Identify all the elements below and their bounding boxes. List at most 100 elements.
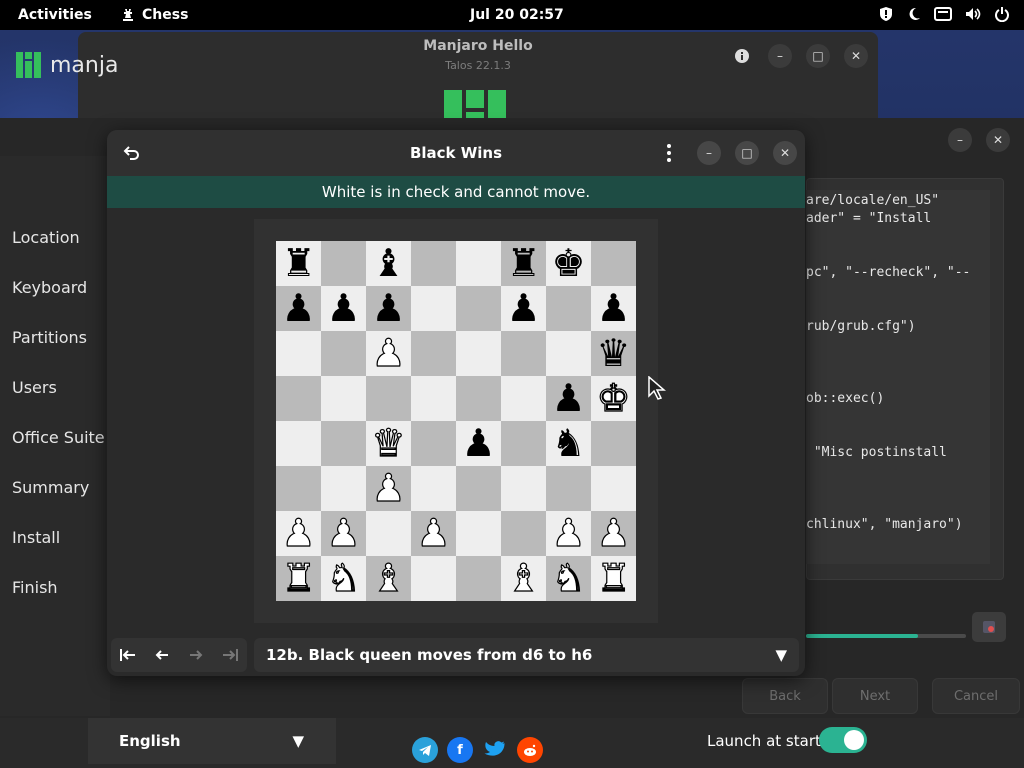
board-square[interactable] [546,331,591,376]
white-rook-icon[interactable]: ♜ [281,555,316,601]
first-move-button[interactable] [111,638,145,672]
board-square[interactable] [411,286,456,331]
board-square[interactable] [321,421,366,466]
board-square[interactable] [276,421,321,466]
black-pawn-icon[interactable]: ♟ [461,421,495,466]
white-pawn-icon[interactable]: ♟ [596,510,631,556]
info-icon[interactable] [730,44,754,68]
board-square[interactable]: ♟ [546,510,591,556]
board-square[interactable] [321,241,366,286]
board-square[interactable] [501,421,546,466]
board-square[interactable]: ♟ [276,286,321,331]
black-king-icon[interactable]: ♚ [551,241,585,286]
board-square[interactable] [411,466,456,511]
board-square[interactable] [366,376,411,421]
white-knight-icon[interactable]: ♞ [326,555,361,601]
board-square[interactable] [321,466,366,511]
black-pawn-icon[interactable]: ♟ [551,376,585,421]
board-square[interactable] [456,241,501,286]
black-pawn-icon[interactable]: ♟ [506,286,540,331]
board-square[interactable]: ♚ [546,241,591,286]
board-square[interactable]: ♟ [456,421,501,466]
nav-users[interactable]: Users [12,378,57,397]
telegram-icon[interactable] [412,737,438,763]
board-square[interactable]: ♟ [591,286,636,331]
white-pawn-icon[interactable]: ♟ [416,510,451,556]
chess-maximize-button[interactable]: □ [735,141,759,165]
board-square[interactable] [411,331,456,376]
board-square[interactable]: ♜ [276,555,321,601]
board-square[interactable]: ♝ [501,555,546,601]
board-square[interactable]: ♛ [591,331,636,376]
facebook-icon[interactable]: f [447,737,473,763]
board-square[interactable] [591,421,636,466]
board-square[interactable]: ♟ [591,510,636,556]
board-square[interactable] [501,376,546,421]
board-square[interactable]: ♞ [321,555,366,601]
board-square[interactable]: ♟ [411,510,456,556]
board-square[interactable]: ♟ [501,286,546,331]
launch-at-start-toggle[interactable] [819,727,867,753]
close-button[interactable]: ✕ [844,44,868,68]
white-bishop-icon[interactable]: ♝ [371,555,406,601]
board-square[interactable] [456,511,501,556]
board-square[interactable]: ♜ [501,241,546,286]
board-square[interactable] [411,241,456,286]
board-square[interactable] [591,241,636,286]
board-square[interactable] [546,466,591,511]
nav-location[interactable]: Location [12,228,80,247]
chess-close-button[interactable]: ✕ [773,141,797,165]
previous-move-button[interactable] [145,638,179,672]
app-menu[interactable]: Chess [120,7,188,23]
activities-button[interactable]: Activities [18,7,92,23]
clock[interactable]: Jul 20 02:57 [470,7,564,23]
board-square[interactable] [501,511,546,556]
white-knight-icon[interactable]: ♞ [551,555,586,601]
white-pawn-icon[interactable]: ♟ [326,510,361,556]
black-pawn-icon[interactable]: ♟ [596,286,630,331]
board-square[interactable]: ♞ [546,555,591,601]
black-pawn-icon[interactable]: ♟ [371,286,405,331]
black-bishop-icon[interactable]: ♝ [371,241,405,286]
board-square[interactable]: ♝ [366,241,411,286]
board-square[interactable] [456,466,501,511]
board-square[interactable] [366,511,411,556]
back-button[interactable]: Back [742,678,828,714]
toggle-log-button[interactable] [972,612,1006,642]
chess-board[interactable]: ♜ ♝ ♜ ♚ ♟ ♟ ♟ ♟ ♟ ♟ ♛ ♟ ♚ ♛ ♟ ♞ ♟ ♟ ♟ ♟ ♟ ♟ ♜ ♞ ♝ ♝ ♞ ♜ [276,241,636,601]
board-square[interactable]: ♚ [591,375,636,421]
minimize-button[interactable]: – [768,44,792,68]
white-pawn-icon[interactable]: ♟ [551,510,586,556]
black-rook-icon[interactable]: ♜ [281,241,315,286]
twitter-icon[interactable] [482,737,508,763]
white-pawn-icon[interactable]: ♟ [371,465,406,511]
nav-partitions[interactable]: Partitions [12,328,87,347]
board-square[interactable] [276,331,321,376]
board-square[interactable] [411,556,456,601]
white-queen-icon[interactable]: ♛ [371,420,406,466]
white-king-icon[interactable]: ♚ [596,375,631,421]
installer-close-button[interactable]: ✕ [986,128,1010,152]
cancel-button[interactable]: Cancel [932,678,1020,714]
reddit-icon[interactable] [517,737,543,763]
board-square[interactable] [546,286,591,331]
board-square[interactable] [456,556,501,601]
chess-minimize-button[interactable]: – [697,141,721,165]
board-square[interactable] [456,331,501,376]
next-button[interactable]: Next [832,678,918,714]
board-square[interactable]: ♟ [366,465,411,511]
black-rook-icon[interactable]: ♜ [506,241,540,286]
nav-finish[interactable]: Finish [12,578,58,597]
board-square[interactable] [276,376,321,421]
nav-install[interactable]: Install [12,528,60,547]
nav-keyboard[interactable]: Keyboard [12,278,87,297]
board-square[interactable] [321,331,366,376]
black-queen-icon[interactable]: ♛ [596,331,630,376]
board-square[interactable]: ♟ [321,286,366,331]
maximize-button[interactable]: □ [806,44,830,68]
next-move-button[interactable] [179,638,213,672]
white-pawn-icon[interactable]: ♟ [371,330,406,376]
nav-office-suite[interactable]: Office Suite [12,428,105,447]
board-square[interactable] [321,376,366,421]
installer-minimize-button[interactable]: – [948,128,972,152]
